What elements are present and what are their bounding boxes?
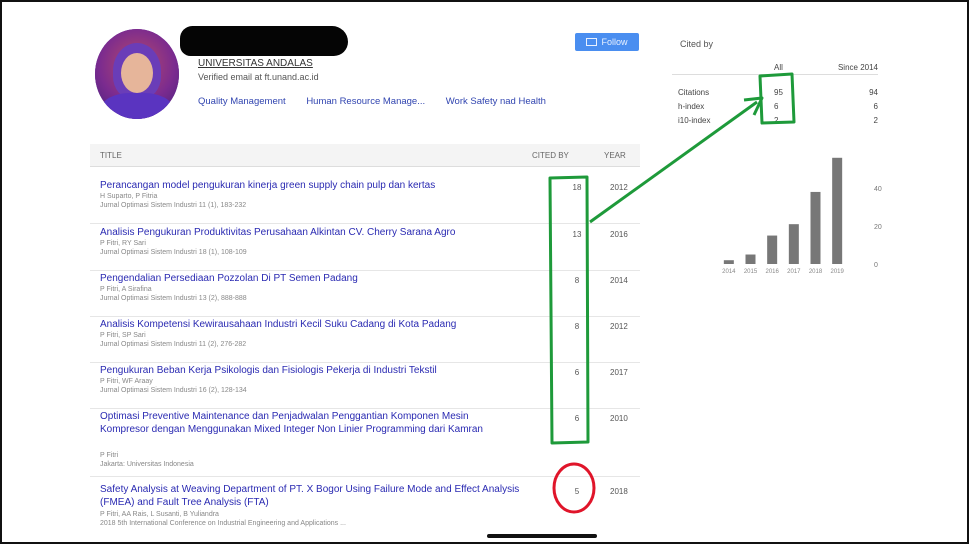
interest-link[interactable]: Work Safety nad Health xyxy=(446,96,546,107)
x-tick-label: 2014 xyxy=(722,269,736,275)
title-column-header[interactable]: TITLE xyxy=(100,151,122,160)
publication-title[interactable]: Pengukuran Beban Kerja Psikologis dan Fi… xyxy=(100,364,520,377)
stats-table-header: All Since 2014 xyxy=(672,60,878,75)
publication-venue: Jurnal Optimasi Sistem Industri 18 (1), … xyxy=(100,249,247,256)
publication-title[interactable]: Pengendalian Persediaan Pozzolan Di PT S… xyxy=(100,272,520,285)
table-row: Pengukuran Beban Kerja Psikologis dan Fi… xyxy=(90,364,640,409)
stat-since: 2 xyxy=(873,116,878,125)
profile-avatar xyxy=(95,29,179,119)
publication-authors: P Fitri, SP Sari xyxy=(100,332,146,339)
home-indicator xyxy=(487,534,597,538)
publication-title[interactable]: Safety Analysis at Weaving Department of… xyxy=(100,483,520,509)
publication-title[interactable]: Optimasi Preventive Maintenance dan Penj… xyxy=(100,410,520,436)
x-tick-label: 2018 xyxy=(809,269,823,275)
publication-authors: H Suparto, P Fitria xyxy=(100,193,158,200)
publication-authors: P Fitri, A Sirafina xyxy=(100,286,152,293)
screenshot-frame: UNIVERSITAS ANDALAS Verified email at ft… xyxy=(0,0,969,544)
interest-link[interactable]: Human Resource Manage... xyxy=(306,96,425,107)
x-tick-label: 2019 xyxy=(830,269,844,275)
stat-all: 6 xyxy=(774,102,779,111)
publication-authors: P Fitri xyxy=(100,452,119,459)
publication-year: 2012 xyxy=(610,322,628,331)
table-row: Analisis Kompetensi Kewirausahaan Indust… xyxy=(90,318,640,363)
stat-since: 6 xyxy=(873,102,878,111)
x-tick-label: 2015 xyxy=(744,269,758,275)
publication-venue: Jakarta: Universitas Indonesia xyxy=(100,461,194,468)
follow-button[interactable]: Follow xyxy=(575,33,639,51)
interest-link[interactable]: Quality Management xyxy=(198,96,286,107)
publication-venue: Jurnal Optimasi Sistem Industri 16 (2), … xyxy=(100,387,247,394)
stat-all: 95 xyxy=(774,88,783,97)
verified-email: Verified email at ft.unand.ac.id xyxy=(198,72,319,82)
stat-label: i10-index xyxy=(678,116,711,125)
stat-label: Citations xyxy=(678,88,710,97)
cited-count[interactable]: 13 xyxy=(568,230,586,239)
cited-count[interactable]: 6 xyxy=(568,368,586,377)
citation-bar-2018[interactable] xyxy=(810,191,821,264)
citation-bar-2017[interactable] xyxy=(788,224,799,264)
publication-authors: P Fitri, AA Rais, L Susanti, B Yuliandra xyxy=(100,511,219,518)
affiliation-link[interactable]: UNIVERSITAS ANDALAS xyxy=(198,58,313,69)
y-tick-label: 20 xyxy=(874,224,882,231)
table-row: Pengendalian Persediaan Pozzolan Di PT S… xyxy=(90,272,640,317)
publication-title[interactable]: Analisis Kompetensi Kewirausahaan Indust… xyxy=(100,318,520,331)
publication-year: 2012 xyxy=(610,183,628,192)
publication-venue: Jurnal Optimasi Sistem Industri 11 (1), … xyxy=(100,202,247,209)
publication-year: 2014 xyxy=(610,276,628,285)
citations-bar-chart: 0 20 40 2014 2015 2016 2017 2018 2019 xyxy=(722,157,882,275)
publication-venue: Jurnal Optimasi Sistem Industri 11 (2), … xyxy=(100,341,247,348)
publication-year: 2017 xyxy=(610,368,628,377)
year-column-header[interactable]: YEAR xyxy=(604,151,626,160)
stat-label: h-index xyxy=(678,102,705,111)
cited-by-title: Cited by xyxy=(680,39,714,49)
x-tick-label: 2016 xyxy=(765,269,779,275)
table-row: Optimasi Preventive Maintenance dan Penj… xyxy=(90,410,640,477)
cited-count[interactable]: 6 xyxy=(568,414,586,423)
publication-title[interactable]: Analisis Pengukuran Produktivitas Perusa… xyxy=(100,226,520,239)
research-interests: Quality Management Human Resource Manage… xyxy=(198,96,564,107)
citation-bar-2016[interactable] xyxy=(767,235,778,264)
citation-bar-2019[interactable] xyxy=(832,157,843,264)
y-tick-label: 40 xyxy=(874,186,882,193)
since-column-header: Since 2014 xyxy=(837,63,878,72)
publication-venue: 2018 5th International Conference on Ind… xyxy=(100,520,346,527)
stat-all: 2 xyxy=(774,116,779,125)
publication-authors: P Fitri, RY Sari xyxy=(100,240,146,247)
publication-year: 2010 xyxy=(610,414,628,423)
table-row: Analisis Pengukuran Produktivitas Perusa… xyxy=(90,226,640,271)
cited-count[interactable]: 8 xyxy=(568,322,586,331)
publication-authors: P Fitri, WF Araay xyxy=(100,378,153,385)
table-row: Perancangan model pengukuran kinerja gre… xyxy=(90,179,640,224)
cited-by-column-header[interactable]: CITED BY xyxy=(532,151,569,160)
cited-count[interactable]: 8 xyxy=(568,276,586,285)
cited-count[interactable]: 5 xyxy=(568,487,586,496)
citation-bar-2014[interactable] xyxy=(723,260,734,264)
table-row: Safety Analysis at Weaving Department of… xyxy=(90,483,640,533)
all-column-header: All xyxy=(774,63,783,72)
publication-year: 2016 xyxy=(610,230,628,239)
cited-count[interactable]: 18 xyxy=(568,183,586,192)
publication-year: 2018 xyxy=(610,487,628,496)
stat-since: 94 xyxy=(869,88,878,97)
y-tick-label: 0 xyxy=(874,262,878,269)
x-tick-label: 2017 xyxy=(787,269,801,275)
publication-title[interactable]: Perancangan model pengukuran kinerja gre… xyxy=(100,179,520,192)
redacted-name xyxy=(180,26,348,56)
green-arrowhead xyxy=(743,96,764,116)
follow-label: Follow xyxy=(601,37,628,47)
publications-table-header: TITLE CITED BY YEAR xyxy=(90,144,640,167)
citation-bar-2015[interactable] xyxy=(745,254,756,264)
envelope-icon xyxy=(586,38,598,46)
publication-venue: Jurnal Optimasi Sistem Industri 13 (2), … xyxy=(100,295,247,302)
